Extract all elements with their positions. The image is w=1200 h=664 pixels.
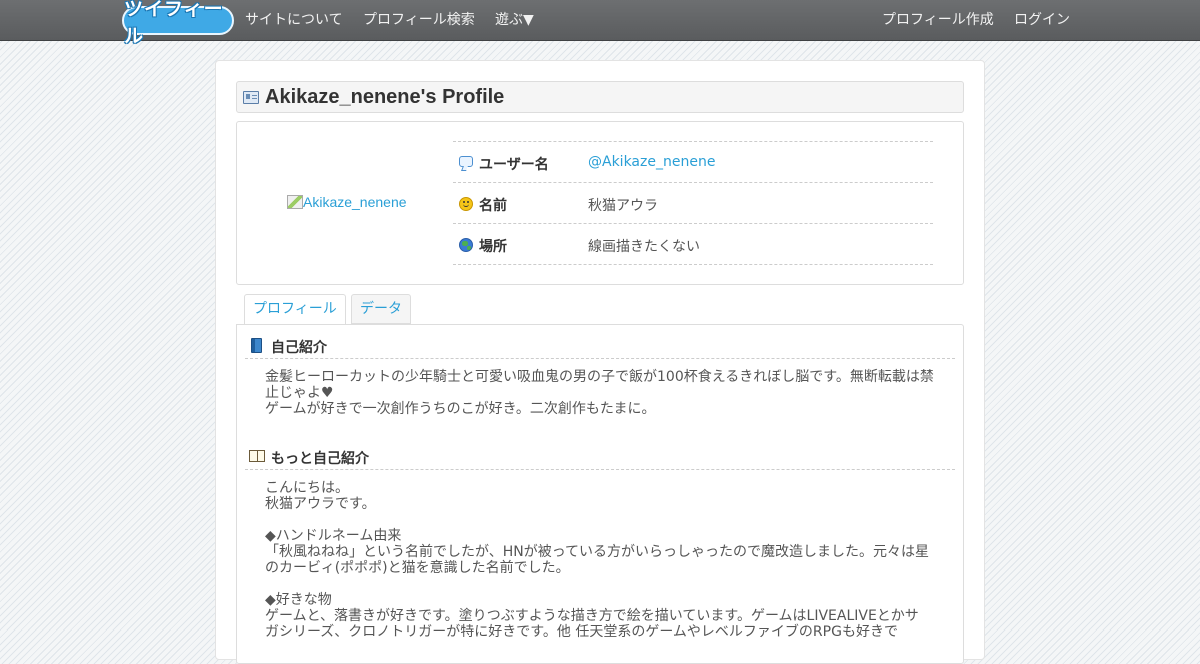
location-label: 場所: [479, 239, 507, 255]
section-intro-title: 自己紹介: [271, 340, 327, 356]
top-navbar: ツイフィール サイトについて プロフィール検索 遊ぶ▼ プロフィール作成 ログイ…: [0, 0, 1200, 47]
info-row-name: 名前 秋猫アウラ: [453, 183, 933, 224]
blue-book-icon: [251, 338, 262, 353]
section-intro-header: 自己紹介: [245, 333, 955, 359]
username-label: ユーザー名: [479, 157, 549, 173]
tab-profile[interactable]: プロフィール: [244, 294, 346, 325]
broken-image-icon: [287, 195, 303, 209]
avatar-alt-text: Akikaze_nenene: [303, 194, 407, 210]
info-row-username: ユーザー名 @Akikaze_nenene: [453, 142, 933, 183]
globe-icon: [459, 238, 473, 252]
smile-icon: [459, 197, 473, 211]
info-row-location: 場所 線画描きたくない: [453, 224, 933, 265]
nav-login-link[interactable]: ログイン: [1014, 0, 1070, 41]
site-logo[interactable]: ツイフィール: [122, 0, 234, 47]
username-link[interactable]: @Akikaze_nenene: [588, 154, 715, 170]
speech-bubble-icon: [459, 156, 473, 167]
tab-data[interactable]: データ: [351, 294, 411, 324]
profile-title-bar: Akikaze_nenene's Profile: [236, 81, 964, 113]
name-label: 名前: [479, 198, 507, 214]
section-intro-body: 金髪ヒーローカットの少年騎士と可愛い吸血鬼の男の子で飯が100杯食えるきれぼし脳…: [265, 369, 934, 417]
location-value: 線画描きたくない: [588, 239, 700, 255]
avatar[interactable]: Akikaze_nenene: [287, 194, 407, 210]
page-title: Akikaze_nenene's Profile: [265, 86, 505, 108]
nav-about-link[interactable]: サイトについて: [245, 0, 343, 41]
nav-profile-search-link[interactable]: プロフィール検索: [363, 0, 475, 41]
main-container: Akikaze_nenene's Profile Akikaze_nenene …: [215, 60, 985, 664]
open-book-icon: [249, 450, 265, 462]
section-more-body: こんにちは。 秋猫アウラです。 ◆ハンドルネーム由来 「秋風ねねね」という名前で…: [265, 480, 930, 640]
section-more-title: もっと自己紹介: [271, 451, 369, 467]
nav-create-profile-link[interactable]: プロフィール作成: [882, 0, 994, 41]
profile-tab-panel: 自己紹介 金髪ヒーローカットの少年騎士と可愛い吸血鬼の男の子で飯が100杯食える…: [236, 324, 964, 664]
profile-info-table: ユーザー名 @Akikaze_nenene 名前 秋猫アウラ 場所 線画描きたく…: [453, 141, 933, 265]
nav-play-dropdown[interactable]: 遊ぶ▼: [495, 0, 534, 41]
profile-info-box: Akikaze_nenene ユーザー名 @Akikaze_nenene 名前 …: [236, 121, 964, 285]
section-more-header: もっと自己紹介: [245, 444, 955, 470]
id-card-icon: [243, 91, 259, 104]
name-value: 秋猫アウラ: [588, 198, 658, 214]
